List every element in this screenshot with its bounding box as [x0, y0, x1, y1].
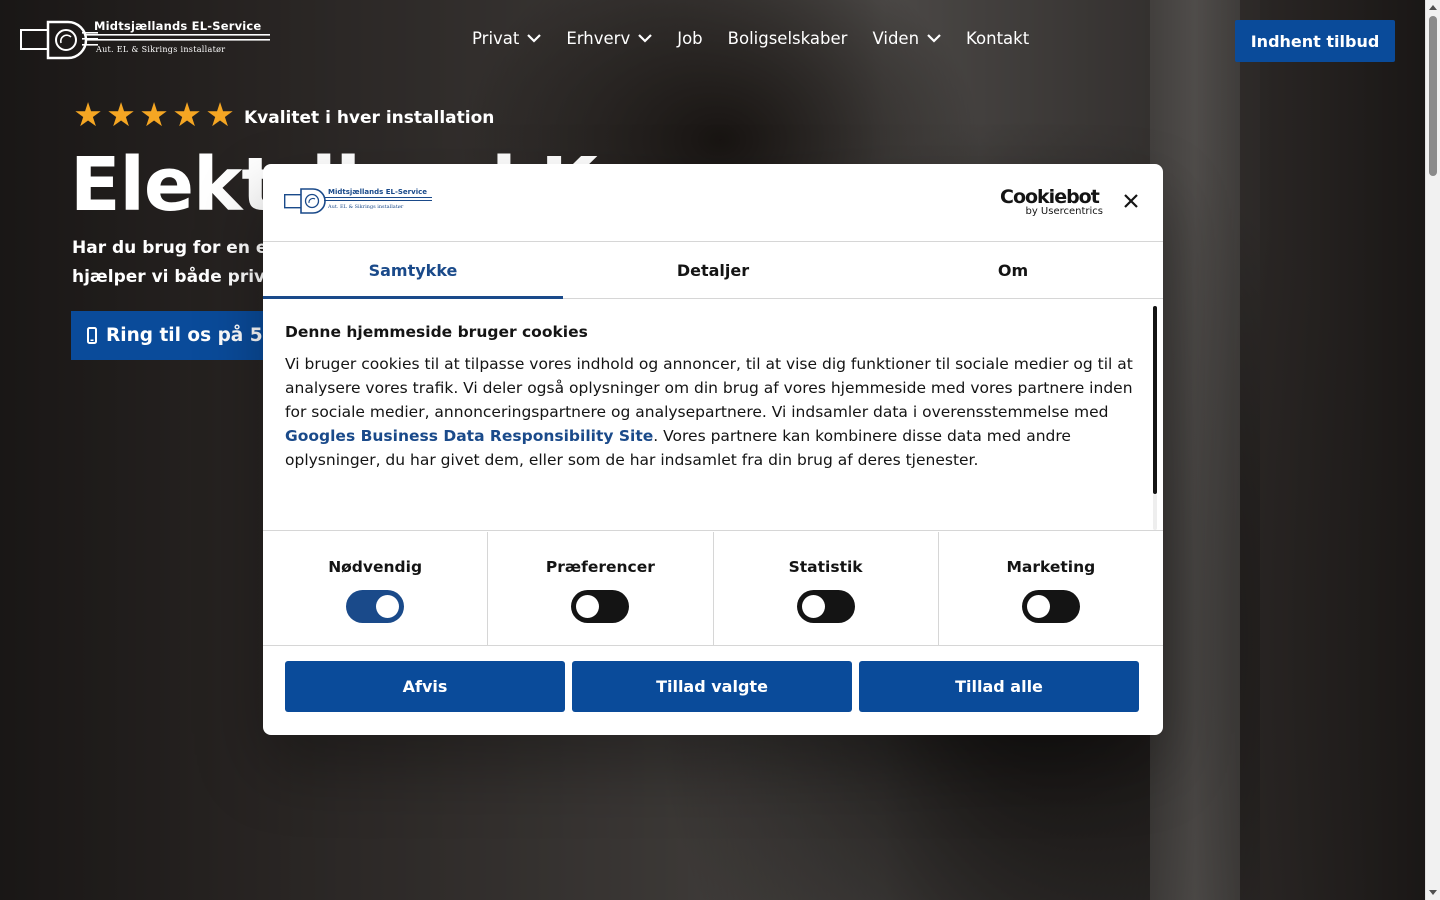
main-nav: Privat Erhverv Job Boligselskaber Viden …	[472, 29, 1029, 48]
cookie-consent-dialog: Midtsjællands EL-Service Aut. EL & Sikri…	[263, 164, 1163, 735]
body-text-part: Vi bruger cookies til at tilpasse vores …	[285, 355, 1133, 421]
toggle-label: Præferencer	[545, 558, 655, 576]
dialog-body: Denne hjemmeside bruger cookies Vi bruge…	[263, 300, 1163, 531]
nav-item-boligselskaber[interactable]: Boligselskaber	[728, 29, 848, 48]
allow-selected-button[interactable]: Tillad valgte	[572, 661, 852, 712]
nav-item-viden[interactable]: Viden	[872, 29, 941, 48]
tab-detaljer[interactable]: Detaljer	[563, 242, 863, 298]
tab-om[interactable]: Om	[863, 242, 1163, 298]
allow-all-button[interactable]: Tillad alle	[859, 661, 1139, 712]
google-data-responsibility-link[interactable]: Googles Business Data Responsibility Sit…	[285, 427, 653, 445]
nav-item-label: Viden	[872, 29, 920, 48]
scroll-up-icon[interactable]	[1429, 5, 1437, 10]
toggle-label: Statistik	[788, 558, 863, 576]
toggle-group-preferences: Præferencer	[488, 532, 714, 645]
rating-text: Kvalitet i hver installation	[244, 107, 495, 128]
nav-item-label: Privat	[472, 29, 520, 48]
toggle-statistics[interactable]	[796, 590, 855, 623]
toggle-knob	[376, 595, 400, 618]
cookiebot-logo[interactable]: Cookiebot by Usercentrics	[1000, 186, 1104, 218]
toggle-label: Marketing	[1006, 558, 1096, 576]
toggle-label: Nødvendig	[328, 558, 423, 576]
nav-item-kontakt[interactable]: Kontakt	[966, 29, 1029, 48]
toggle-group-marketing: Marketing	[939, 532, 1163, 645]
request-quote-button[interactable]: Indhent tilbud	[1235, 20, 1395, 62]
close-icon[interactable]	[1123, 193, 1139, 209]
dialog-tabs: Samtykke Detaljer Om	[263, 242, 1163, 299]
chevron-down-icon	[927, 34, 941, 43]
dialog-body-text: Vi bruger cookies til at tilpasse vores …	[285, 352, 1135, 472]
chevron-down-icon	[638, 34, 652, 43]
nav-item-erhverv[interactable]: Erhverv	[566, 29, 652, 48]
chevron-down-icon	[527, 34, 542, 43]
nav-item-job[interactable]: Job	[677, 29, 702, 48]
nav-item-privat[interactable]: Privat	[472, 29, 542, 48]
toggle-knob	[1026, 595, 1050, 618]
dialog-scrollbar-thumb[interactable]	[1153, 306, 1157, 494]
dialog-scrollbar-track[interactable]	[1153, 494, 1157, 530]
logo-tagline: Aut. EL & Sikrings installatør	[96, 45, 226, 54]
phone-icon	[87, 327, 97, 344]
dialog-scrollbar[interactable]	[1153, 306, 1157, 530]
dialog-logo-tagline: Aut. EL & Sikrings installatør	[328, 204, 404, 210]
body-fade-overlay	[285, 482, 1135, 527]
toggle-group-statistics: Statistik	[714, 532, 939, 645]
dialog-header: Midtsjællands EL-Service Aut. EL & Sikri…	[263, 164, 1163, 242]
call-button-label: Ring til os på 53	[106, 325, 276, 346]
cookiebot-wordmark: Cookiebot	[1000, 186, 1100, 208]
scroll-down-icon[interactable]	[1429, 890, 1437, 895]
nav-item-label: Kontakt	[966, 29, 1030, 48]
dialog-buttons: Afvis Tillad valgte Tillad alle	[285, 661, 1141, 712]
reject-button[interactable]: Afvis	[285, 661, 565, 712]
nav-item-label: Boligselskaber	[727, 29, 848, 48]
star-icon: ★	[172, 95, 202, 134]
nav-item-label: Job	[677, 29, 703, 48]
dialog-body-content: Denne hjemmeside bruger cookies Vi bruge…	[285, 323, 1135, 527]
page-scrollbar[interactable]	[1425, 0, 1440, 900]
consent-toggles: Nødvendig Præferencer Statistik Marketin…	[263, 532, 1163, 646]
toggle-knob	[801, 595, 825, 618]
star-icon: ★	[106, 95, 136, 134]
star-icon: ★	[139, 95, 169, 134]
toggle-group-necessary: Nødvendig	[263, 532, 489, 645]
star-icon: ★	[205, 95, 235, 134]
tab-samtykke[interactable]: Samtykke	[263, 242, 563, 299]
site-logo[interactable]: Midtsjællands EL-Service Aut. EL & Sikri…	[20, 18, 272, 62]
toggle-necessary[interactable]	[346, 590, 405, 623]
rating-row: ★ ★ ★ ★ ★ Kvalitet i hver installation	[72, 98, 494, 131]
logo-name: Midtsjællands EL-Service	[94, 19, 262, 33]
toggle-preferences[interactable]	[571, 590, 630, 623]
dialog-logo-name: Midtsjællands EL-Service	[328, 188, 427, 196]
star-icon: ★	[73, 95, 103, 134]
scrollbar-thumb[interactable]	[1429, 16, 1437, 176]
cookiebot-byline: by Usercentrics	[1025, 206, 1103, 217]
dialog-heading: Denne hjemmeside bruger cookies	[285, 323, 588, 341]
dialog-site-logo: Midtsjællands EL-Service Aut. EL & Sikri…	[284, 186, 434, 216]
nav-item-label: Erhverv	[566, 29, 631, 48]
toggle-marketing[interactable]	[1021, 590, 1080, 623]
toggle-knob	[576, 595, 600, 618]
